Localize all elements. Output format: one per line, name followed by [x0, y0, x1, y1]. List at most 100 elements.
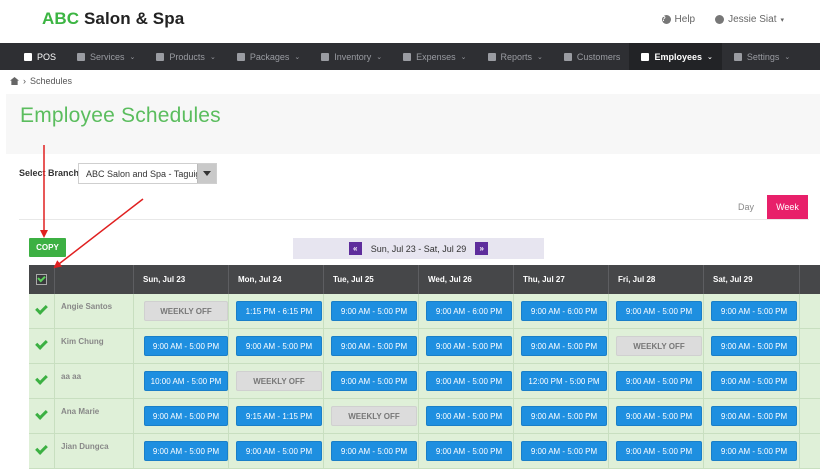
copy-button[interactable]: COPY	[29, 238, 66, 257]
nav-item-reports[interactable]: Reports ⌄	[476, 43, 552, 70]
schedule-cell: 9:15 AM - 1:15 PM	[229, 399, 324, 433]
shift-button[interactable]: 9:15 AM - 1:15 PM	[236, 406, 322, 426]
row-select-cell[interactable]	[29, 329, 55, 363]
shift-button[interactable]: 9:00 AM - 5:00 PM	[616, 441, 702, 461]
cube-icon	[156, 52, 165, 61]
weekly-off-badge[interactable]: WEEKLY OFF	[616, 336, 702, 356]
check-icon	[35, 441, 48, 455]
day-header: Sat, Jul 29	[704, 265, 800, 294]
shift-button[interactable]: 9:00 AM - 5:00 PM	[711, 371, 797, 391]
shift-button[interactable]: 10:00 AM - 5:00 PM	[144, 371, 228, 391]
hand-icon	[77, 52, 86, 61]
user-menu[interactable]: Jessie Siat ▾	[715, 14, 784, 25]
shift-button[interactable]: 9:00 AM - 5:00 PM	[331, 301, 417, 321]
shift-button[interactable]: 9:00 AM - 5:00 PM	[236, 336, 322, 356]
brand-name: Salon & Spa	[83, 9, 185, 28]
shift-button[interactable]: 9:00 AM - 6:00 PM	[426, 301, 512, 321]
chevron-down-icon: ⌄	[460, 53, 467, 61]
employee-column-header	[55, 265, 134, 294]
week-view-button[interactable]: Week	[767, 195, 808, 219]
home-icon[interactable]	[10, 77, 19, 85]
brand-logo[interactable]: ABC Salon & Spa	[42, 9, 184, 29]
chevron-down-icon: ▾	[780, 16, 784, 24]
shift-button[interactable]: 9:00 AM - 5:00 PM	[144, 406, 228, 426]
shift-button[interactable]: 9:00 AM - 5:00 PM	[144, 336, 228, 356]
question-icon: ?	[661, 15, 671, 24]
shift-button[interactable]: 9:00 AM - 5:00 PM	[426, 441, 512, 461]
weekly-off-badge[interactable]: WEEKLY OFF	[144, 301, 228, 321]
schedule-cell: 9:00 AM - 5:00 PM	[704, 329, 800, 363]
shift-button[interactable]: 12:00 PM - 5:00 PM	[521, 371, 607, 391]
shift-button[interactable]: 9:00 AM - 5:00 PM	[711, 336, 797, 356]
weekly-off-badge[interactable]: WEEKLY OFF	[236, 371, 322, 391]
shift-button[interactable]: 9:00 AM - 5:00 PM	[331, 336, 417, 356]
nav-item-expenses[interactable]: Expenses ⌄	[391, 43, 475, 70]
shift-button[interactable]: 9:00 AM - 5:00 PM	[711, 441, 797, 461]
day-header: Fri, Jul 28	[609, 265, 704, 294]
shift-button[interactable]: 9:00 AM - 5:00 PM	[711, 301, 797, 321]
shift-button[interactable]: 9:00 AM - 5:00 PM	[616, 301, 702, 321]
shift-button[interactable]: 9:00 AM - 5:00 PM	[616, 406, 702, 426]
week-range-label: Sun, Jul 23 - Sat, Jul 29	[370, 243, 467, 254]
schedule-cell: WEEKLY OFF	[324, 399, 419, 433]
breadcrumb-current: Schedules	[30, 76, 73, 86]
schedule-cell: 10:00 AM - 5:00 PM	[134, 364, 229, 398]
week-navigator: « Sun, Jul 23 - Sat, Jul 29 »	[293, 238, 544, 259]
day-view-button[interactable]: Day	[728, 195, 764, 219]
shift-button[interactable]: 9:00 AM - 5:00 PM	[521, 406, 607, 426]
nav-item-services[interactable]: Services ⌄	[65, 43, 144, 70]
page-title: Employee Schedules	[20, 104, 221, 127]
check-icon	[35, 406, 48, 420]
dropdown-button[interactable]	[197, 164, 216, 183]
top-right-menu: ? Help Jessie Siat ▾	[661, 14, 784, 25]
shift-button[interactable]: 9:00 AM - 6:00 PM	[521, 301, 607, 321]
help-link[interactable]: ? Help	[661, 14, 695, 25]
nav-item-products[interactable]: Products ⌄	[144, 43, 224, 70]
table-row: Kim Chung 9:00 AM - 5:00 PM 9:00 AM - 5:00…	[29, 329, 820, 364]
shift-button[interactable]: 9:00 AM - 5:00 PM	[144, 441, 228, 461]
branch-select[interactable]: ABC Salon and Spa - Taguig	[78, 163, 217, 184]
branch-selected-value: ABC Salon and Spa - Taguig	[86, 168, 201, 179]
chevron-down-icon: ⌄	[209, 53, 216, 61]
shift-button[interactable]: 9:00 AM - 5:00 PM	[616, 371, 702, 391]
select-all-checkbox[interactable]	[36, 273, 47, 285]
schedule-cell: 9:00 AM - 5:00 PM	[609, 294, 704, 328]
chevron-down-icon: ⌄	[537, 53, 543, 61]
nav-item-employees[interactable]: Employees ⌄	[629, 43, 722, 70]
schedule-cell: WEEKLY OFF	[609, 329, 704, 363]
shift-button[interactable]: 9:00 AM - 5:00 PM	[711, 406, 797, 426]
row-select-cell[interactable]	[29, 364, 55, 398]
nav-label: Packages	[249, 51, 290, 62]
schedule-cell: 9:00 AM - 5:00 PM	[229, 329, 324, 363]
shift-button[interactable]: 9:00 AM - 5:00 PM	[331, 371, 417, 391]
divider	[19, 219, 809, 220]
caret-down-icon	[203, 171, 211, 176]
schedule-cell: WEEKLY OFF	[134, 294, 229, 328]
nav-item-settings[interactable]: Settings ⌄	[722, 43, 799, 70]
schedule-cell: 9:00 AM - 5:00 PM	[704, 364, 800, 398]
schedule-cell: WEEKLY OFF	[229, 364, 324, 398]
nav-label: Settings	[746, 51, 780, 62]
nav-item-inventory[interactable]: Inventory ⌄	[309, 43, 391, 70]
shift-button[interactable]: 9:00 AM - 5:00 PM	[521, 441, 607, 461]
shift-button[interactable]: 9:00 AM - 5:00 PM	[426, 336, 512, 356]
shift-button[interactable]: 9:00 AM - 5:00 PM	[521, 336, 607, 356]
nav-item-packages[interactable]: Packages ⌄	[225, 43, 309, 70]
shift-button[interactable]: 1:15 PM - 6:15 PM	[236, 301, 322, 321]
row-select-cell[interactable]	[29, 399, 55, 433]
day-header: Sun, Jul 23	[134, 265, 229, 294]
weekly-off-badge[interactable]: WEEKLY OFF	[331, 406, 417, 426]
nav-item-pos[interactable]: POS	[12, 43, 65, 70]
row-select-cell[interactable]	[29, 294, 55, 328]
schedule-header-row: Sun, Jul 23 Mon, Jul 24 Tue, Jul 25 Wed, Ju…	[29, 265, 820, 294]
shift-button[interactable]: 9:00 AM - 5:00 PM	[426, 406, 512, 426]
schedule-cell: 9:00 AM - 5:00 PM	[419, 329, 514, 363]
shift-button[interactable]: 9:00 AM - 5:00 PM	[426, 371, 512, 391]
schedule-cell: 9:00 AM - 5:00 PM	[419, 364, 514, 398]
prev-week-button[interactable]: «	[348, 242, 362, 255]
shift-button[interactable]: 9:00 AM - 5:00 PM	[236, 441, 322, 461]
shift-button[interactable]: 9:00 AM - 5:00 PM	[331, 441, 417, 461]
next-week-button[interactable]: »	[475, 242, 489, 255]
table-row: Jian Dungca 9:00 AM - 5:00 PM 9:00 AM - 5:…	[29, 434, 820, 469]
nav-item-customers[interactable]: Customers	[552, 43, 630, 70]
